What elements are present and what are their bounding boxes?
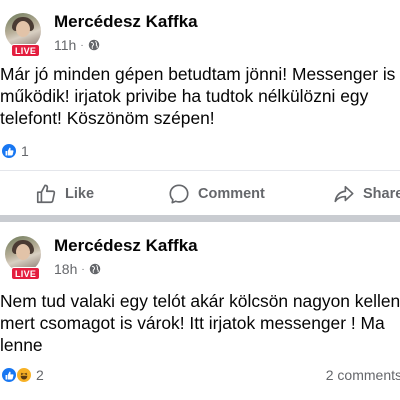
post-meta: 18h · (54, 261, 101, 277)
like-label: Like (65, 186, 95, 202)
author-avatar[interactable]: LIVE (5, 13, 41, 57)
post-meta: 11h · (54, 37, 100, 53)
reaction-count: 2 (36, 367, 44, 383)
post-text-line: telefont! Köszönöm szépen! (0, 108, 215, 128)
post: LIVE Mercédesz Kaffka 18h · Nem tud vala… (0, 222, 400, 400)
post-text-line: Nem tud valaki egy telót akár kölcsön na… (0, 291, 400, 311)
thumbs-up-icon (36, 184, 56, 204)
comment-button[interactable]: Comment (168, 178, 265, 210)
actions-divider (0, 170, 400, 171)
share-button[interactable]: Share (333, 178, 400, 210)
share-icon (334, 185, 354, 203)
meta-separator: · (80, 39, 84, 51)
meta-separator: · (81, 263, 85, 275)
post-text: Már jó minden gépen betudtam jönni! Mess… (0, 63, 400, 129)
like-icon (1, 143, 17, 159)
comment-icon (169, 184, 189, 204)
post-time[interactable]: 18h (54, 261, 77, 277)
post: LIVE Mercédesz Kaffka 11h · Már jó minde… (0, 0, 400, 215)
comment-label: Comment (198, 186, 265, 202)
author-name[interactable]: Mercédesz Kaffka (54, 12, 198, 32)
post-actions: Like Comment Share (0, 178, 400, 210)
reactions-summary[interactable]: 2 (1, 367, 44, 383)
like-icon (1, 367, 17, 383)
reaction-count: 1 (21, 143, 29, 159)
author-avatar[interactable]: LIVE (5, 236, 41, 280)
feed-separator (0, 215, 400, 222)
globe-icon (88, 39, 99, 51)
post-text-line: mert csomagot is várok! Itt irjatok mess… (0, 313, 385, 333)
haha-icon (16, 367, 32, 383)
share-label: Share (363, 186, 400, 202)
author-name[interactable]: Mercédesz Kaffka (54, 236, 198, 256)
like-button[interactable]: Like (35, 178, 94, 210)
post-time[interactable]: 11h (54, 37, 76, 53)
post-text-line: működik! irjatok privibe ha tudtok nélkü… (0, 86, 369, 106)
reactions-summary[interactable]: 1 (1, 143, 29, 159)
comments-count[interactable]: 2 comments (326, 367, 400, 383)
post-text-line: Már jó minden gépen betudtam jönni! Mess… (0, 64, 396, 84)
live-badge: LIVE (11, 267, 41, 280)
post-text-line: lenne (0, 335, 43, 355)
post-text: Nem tud valaki egy telót akár kölcsön na… (0, 290, 400, 356)
live-badge: LIVE (11, 44, 41, 57)
globe-icon (89, 263, 100, 275)
